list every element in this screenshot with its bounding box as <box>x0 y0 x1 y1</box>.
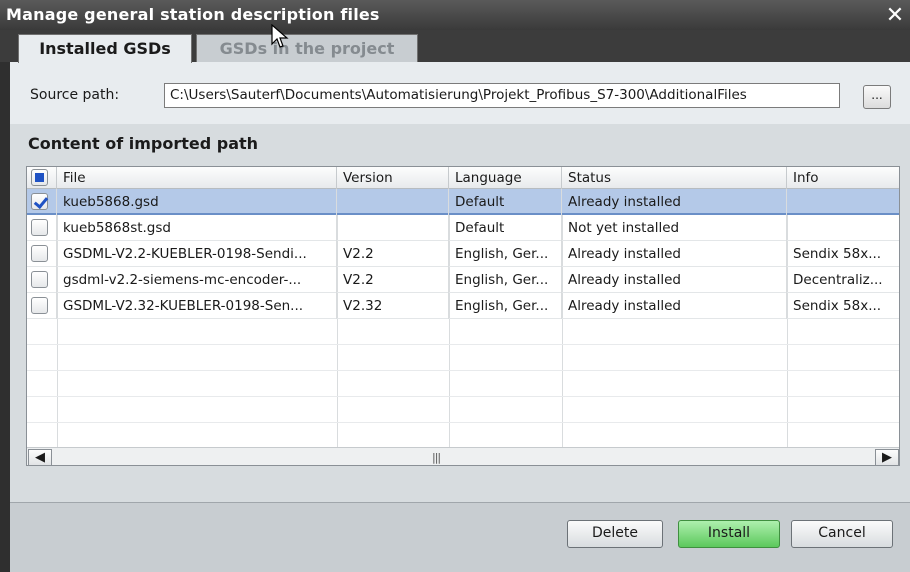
cell-status: Already installed <box>562 189 787 215</box>
row-checkbox[interactable] <box>31 219 48 236</box>
checkbox-cell <box>27 241 57 267</box>
tab-strip: Installed GSDs GSDs in the project <box>0 30 910 63</box>
window-title: Manage general station description files <box>6 5 380 24</box>
cell-version <box>337 215 449 241</box>
title-bar[interactable]: Manage general station description files… <box>0 0 910 30</box>
cell-language: English, Ger... <box>449 293 562 319</box>
tab-label: GSDs in the project <box>219 39 395 58</box>
source-path-input[interactable]: C:\Users\Sauterf\Documents\Automatisieru… <box>164 83 840 108</box>
checkbox-cell <box>27 215 57 241</box>
empty-row <box>27 345 899 371</box>
cell-info: Sendix 58x... <box>793 246 882 262</box>
checkbox-cell <box>27 189 57 215</box>
table-row[interactable]: GSDML-V2.2-KUEBLER-0198-Sendi... V2.2 Engl… <box>27 241 899 267</box>
close-icon[interactable]: ✕ <box>882 2 908 28</box>
cell-status: Already installed <box>562 267 787 293</box>
cell-version: V2.2 <box>337 267 449 293</box>
mouse-cursor-icon <box>271 24 289 48</box>
empty-row <box>27 371 899 397</box>
cell-language: Default <box>449 215 562 241</box>
cell-info: Decentraliz... <box>793 272 883 288</box>
table-row[interactable]: gsdml-v2.2-siemens-mc-encoder-... V2.2 Eng… <box>27 267 899 293</box>
cell-version <box>337 189 449 215</box>
table-row[interactable]: GSDML-V2.32-KUEBLER-0198-Sen... V2.32 Engl… <box>27 293 899 319</box>
cell-file: kueb5868.gsd <box>57 189 337 215</box>
dialog-window: Manage general station description files… <box>0 0 910 572</box>
row-checkbox[interactable] <box>31 297 48 314</box>
select-all-cell <box>27 167 57 189</box>
tab-installed-gsds[interactable]: Installed GSDs <box>18 34 192 63</box>
cell-file: GSDML-V2.2-KUEBLER-0198-Sendi... <box>57 241 337 267</box>
column-header-info[interactable]: Info <box>787 167 899 189</box>
cell-file: kueb5868st.gsd <box>57 215 337 241</box>
row-checkbox[interactable] <box>31 245 48 262</box>
horizontal-scrollbar[interactable]: ◀ ||| ▶ <box>27 447 899 465</box>
cell-language: Default <box>449 189 562 215</box>
row-checkbox[interactable] <box>31 271 48 288</box>
empty-row <box>27 423 899 449</box>
tab-label: Installed GSDs <box>39 39 171 58</box>
footer-divider <box>10 502 910 503</box>
column-header-file[interactable]: File <box>57 167 337 189</box>
source-path-panel: Source path: C:\Users\Sauterf\Documents\… <box>10 62 910 124</box>
select-all-checkbox[interactable] <box>31 169 48 186</box>
cell-status: Already installed <box>562 241 787 267</box>
empty-row <box>27 397 899 423</box>
cancel-button[interactable]: Cancel <box>791 520 893 548</box>
row-checkbox[interactable] <box>31 193 48 210</box>
browse-button[interactable]: ... <box>863 85 891 109</box>
source-path-label: Source path: <box>30 87 120 103</box>
checkbox-cell <box>27 293 57 319</box>
column-header-status[interactable]: Status <box>562 167 787 189</box>
table-row[interactable]: kueb5868st.gsd Default Not yet installed <box>27 215 899 241</box>
scroll-grip-icon[interactable]: ||| <box>432 451 441 464</box>
column-header-version[interactable]: Version <box>337 167 449 189</box>
cell-file: GSDML-V2.32-KUEBLER-0198-Sen... <box>57 293 337 319</box>
cell-info: Sendix 58x... <box>793 298 882 314</box>
gsd-file-table: File Version Language Status Info kueb58… <box>26 166 900 466</box>
tab-gsds-in-project[interactable]: GSDs in the project <box>196 34 418 63</box>
column-header-language[interactable]: Language <box>449 167 562 189</box>
cell-status: Already installed <box>562 293 787 319</box>
table-row[interactable]: kueb5868.gsd Default Already installed <box>27 189 899 215</box>
scroll-right-icon[interactable]: ▶ <box>875 449 899 465</box>
cell-info <box>787 189 899 215</box>
install-button[interactable]: Install <box>678 520 780 548</box>
dialog-content: Source path: C:\Users\Sauterf\Documents\… <box>10 62 910 572</box>
cell-version: V2.32 <box>337 293 449 319</box>
cell-version: V2.2 <box>337 241 449 267</box>
empty-row <box>27 319 899 345</box>
section-title: Content of imported path <box>28 134 259 153</box>
delete-button[interactable]: Delete <box>567 520 663 548</box>
cell-language: English, Ger... <box>449 267 562 293</box>
scroll-left-icon[interactable]: ◀ <box>28 449 52 465</box>
table-header: File Version Language Status Info <box>27 167 899 189</box>
cell-file: gsdml-v2.2-siemens-mc-encoder-... <box>57 267 337 293</box>
checkbox-cell <box>27 267 57 293</box>
cell-info <box>787 215 899 241</box>
cell-status: Not yet installed <box>562 215 787 241</box>
cell-language: English, Ger... <box>449 241 562 267</box>
